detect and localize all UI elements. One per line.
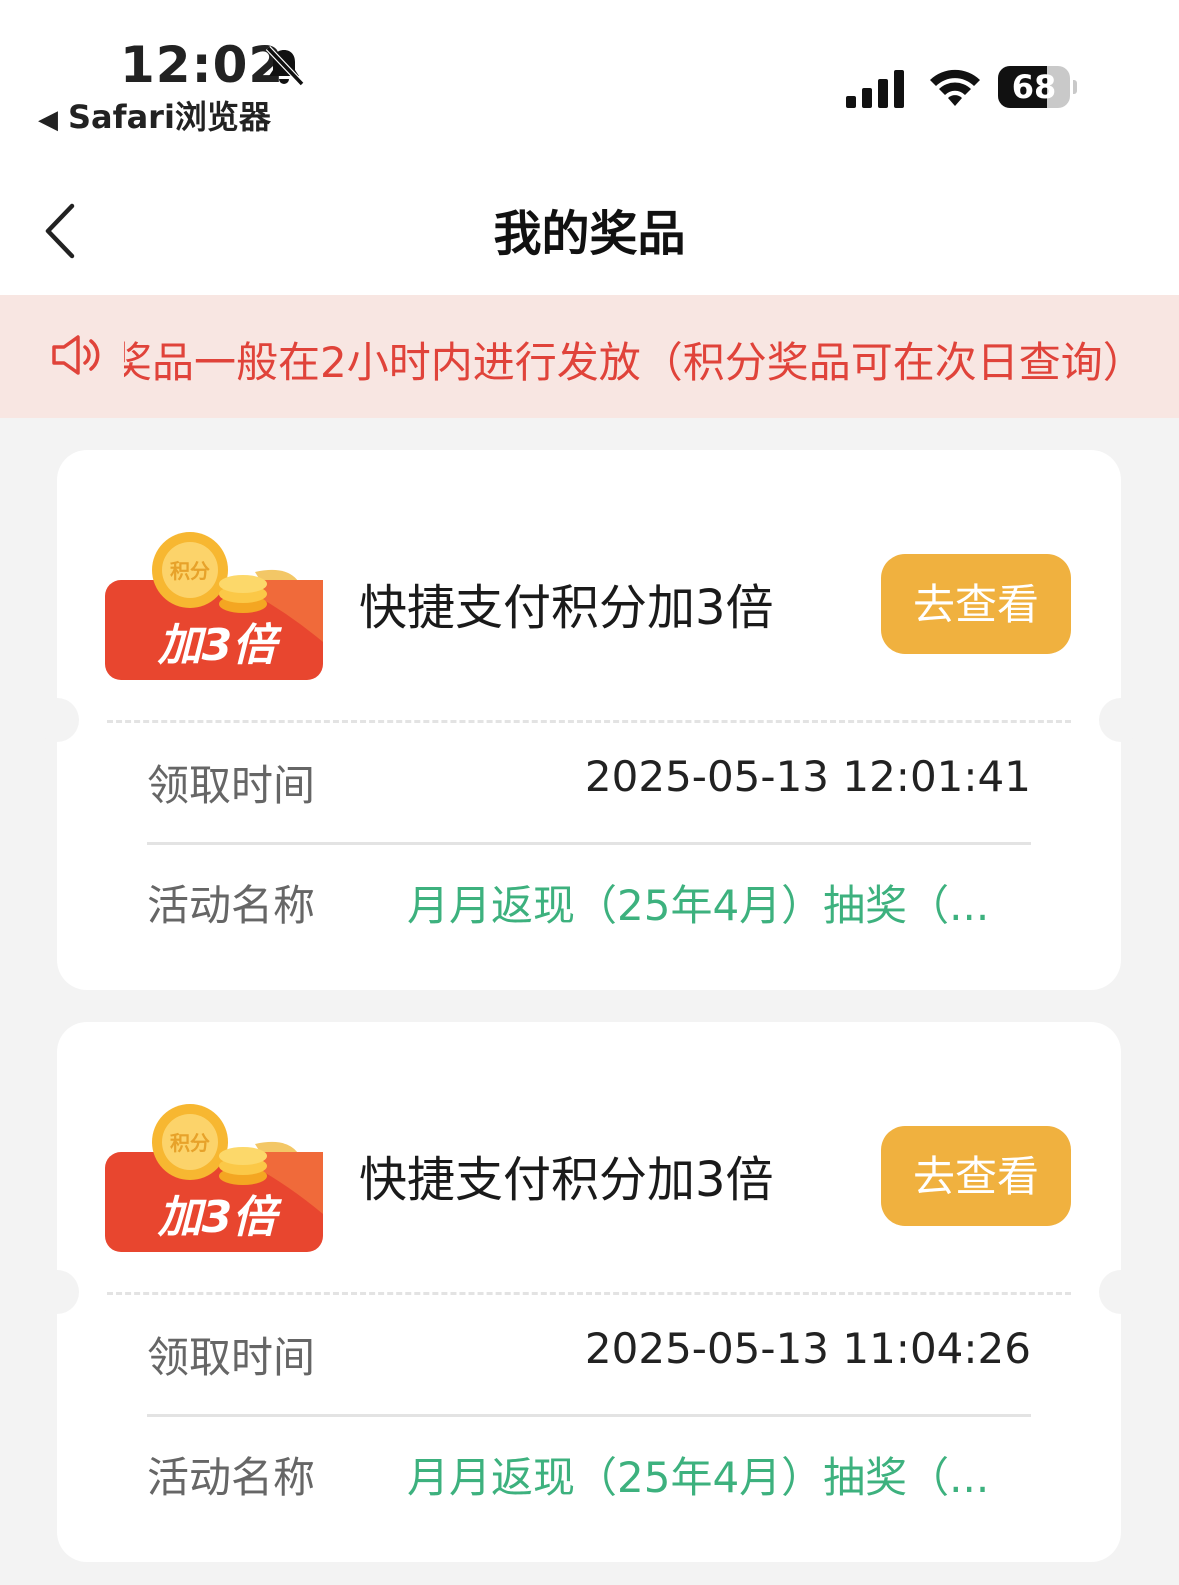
claim-time-label: 领取时间 (147, 1333, 316, 1382)
battery-nub (1073, 80, 1077, 94)
clock: 12:02 (120, 36, 285, 94)
card-notch-right (1099, 698, 1143, 742)
badge-top-text: 积分 (170, 1131, 210, 1155)
prize-name: 快捷支付积分加3倍 (359, 580, 774, 636)
notice-banner: 奖品一般在2小时内进行发放（积分奖品可在次日查询） (0, 295, 1179, 418)
prize-name: 快捷支付积分加3倍 (359, 1152, 774, 1208)
claim-time-label: 领取时间 (147, 761, 316, 810)
prize-card: 积分 加3倍 快捷支付积分加3倍 去查看 领取时间 2025-05-13 11:… (35, 1022, 1143, 1562)
status-bar: 12:02 ◀ Safari浏览器 68 (0, 0, 1179, 150)
back-app-label: Safari浏览器 (68, 98, 271, 136)
dashed-divider (107, 1292, 1071, 1295)
activity-name-label: 活动名称 (147, 1453, 316, 1502)
claim-time-value: 2025-05-13 12:01:41 (584, 752, 1031, 801)
wifi-icon (930, 69, 980, 106)
back-triangle-icon: ◀ (38, 105, 58, 135)
speaker-icon (52, 335, 100, 375)
bell-muted-icon (265, 45, 305, 87)
view-prize-button[interactable]: 去查看 (881, 1126, 1071, 1226)
row-divider (147, 1414, 1031, 1417)
notice-text-content: 奖品一般在2小时内进行发放（积分奖品可在次日查询） (124, 338, 1145, 385)
battery-indicator: 68 (998, 66, 1077, 108)
page-title: 我的奖品 (493, 206, 686, 262)
battery-percent: 68 (1011, 68, 1057, 106)
claim-time-value: 2025-05-13 11:04:26 (584, 1324, 1031, 1373)
row-divider (147, 842, 1031, 845)
card-notch-left (35, 1270, 79, 1314)
activity-name-link[interactable]: 月月返现（25年4月）抽奖（... (407, 1444, 1007, 1505)
activity-name-label: 活动名称 (147, 881, 316, 930)
notice-text: 奖品一般在2小时内进行发放（积分奖品可在次日查询） (124, 329, 1179, 385)
nav-bar: 我的奖品 (0, 150, 1179, 295)
points-3x-badge-icon: 积分 加3倍 (105, 1104, 323, 1252)
cellular-signal-icon (846, 70, 904, 108)
view-prize-button[interactable]: 去查看 (881, 554, 1071, 654)
activity-name-link[interactable]: 月月返现（25年4月）抽奖（... (407, 872, 1007, 933)
card-notch-right (1099, 1270, 1143, 1314)
badge-top-text: 积分 (170, 559, 210, 583)
dashed-divider (107, 720, 1071, 723)
badge-main-text: 加3倍 (157, 1192, 283, 1243)
back-to-app-link[interactable]: ◀ Safari浏览器 (38, 92, 271, 138)
prize-card: 积分 加3倍 快捷支付积分加3倍 去查看 领取时间 2025-05-13 12:… (35, 450, 1143, 990)
badge-main-text: 加3倍 (157, 620, 283, 671)
card-notch-left (35, 698, 79, 742)
battery-body: 68 (998, 66, 1070, 108)
points-3x-badge-icon: 积分 加3倍 (105, 532, 323, 680)
